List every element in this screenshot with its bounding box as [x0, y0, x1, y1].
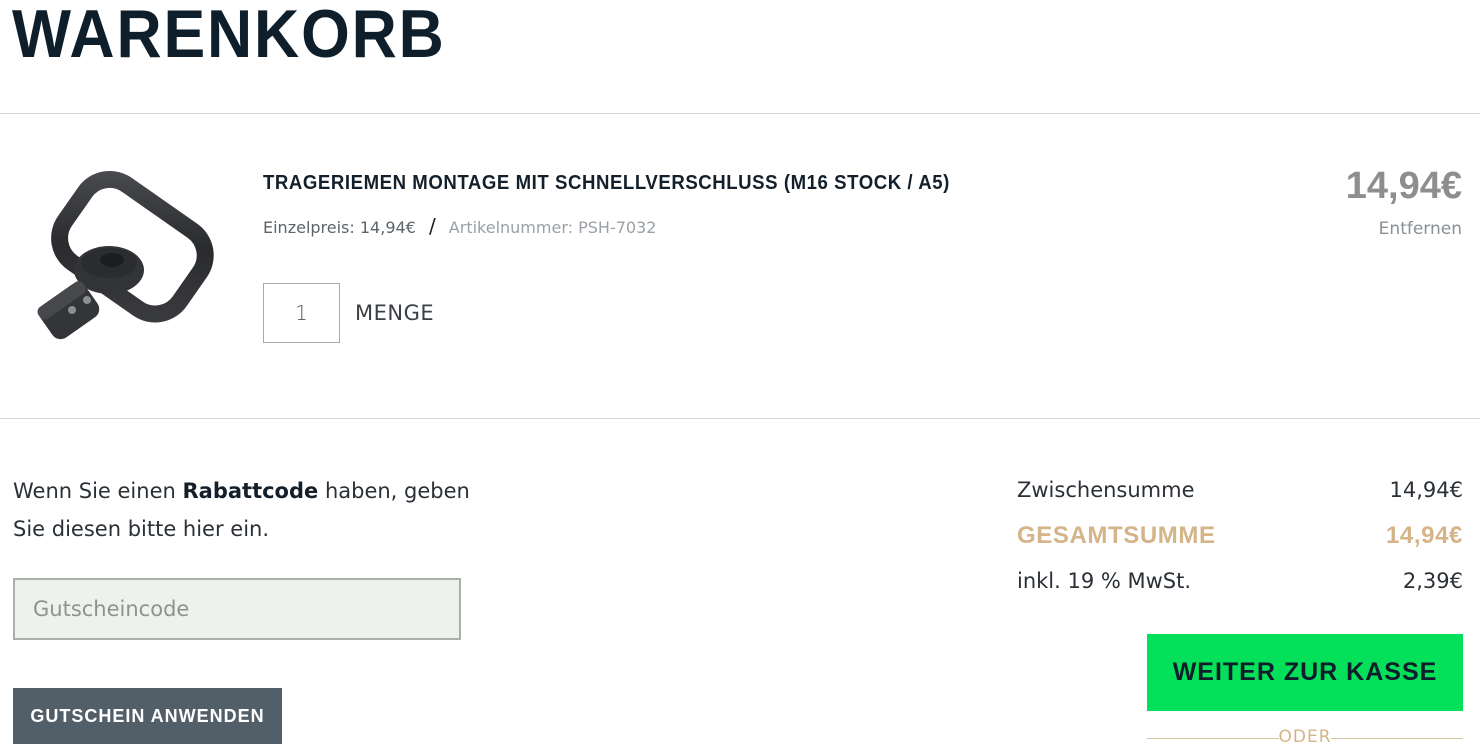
product-name[interactable]: TRAGERIEMEN MONTAGE MIT SCHNELLVERSCHLUS… — [263, 172, 950, 195]
apply-coupon-button[interactable]: GUTSCHEIN ANWENDEN — [13, 688, 282, 744]
subtotal-label: Zwischensumme — [1017, 478, 1195, 502]
checkout-button[interactable]: WEITER ZUR KASSE — [1147, 634, 1463, 711]
coupon-text-before: Wenn Sie einen — [13, 479, 183, 503]
subtotal-value: 14,94€ — [1389, 478, 1463, 502]
unit-price: 14,94€ — [359, 218, 416, 237]
divider — [0, 418, 1480, 419]
coupon-instructions: Wenn Sie einen Rabattcode haben, geben S… — [13, 472, 473, 548]
or-divider: ODER — [1147, 727, 1463, 749]
line-total-price: 14,94€ — [1345, 165, 1462, 207]
quantity-input[interactable]: 1 — [263, 283, 340, 343]
vat-label: inkl. 19 % MwSt. — [1017, 569, 1192, 593]
sku-value: PSH-7032 — [578, 218, 657, 237]
page-title: WARENKORB — [12, 0, 446, 72]
vat-value: 2,39€ — [1402, 569, 1463, 593]
divider — [0, 113, 1480, 114]
total-label: GESAMTSUMME — [1017, 522, 1216, 549]
remove-item-link[interactable]: Entfernen — [1379, 219, 1462, 239]
or-label: ODER — [1278, 727, 1332, 747]
product-meta: Einzelpreis: 14,94€ / Artikelnummer: PSH… — [263, 214, 656, 238]
unit-price-label: Einzelpreis: — [263, 218, 355, 237]
or-line-right — [1331, 738, 1463, 739]
product-image[interactable] — [14, 170, 214, 360]
coupon-text-bold: Rabattcode — [182, 479, 319, 503]
meta-separator: / — [428, 214, 436, 238]
quantity-label: MENGE — [355, 301, 435, 325]
sku-label: Artikelnummer: — [448, 218, 574, 237]
coupon-code-input[interactable] — [13, 578, 461, 640]
total-value: 14,94€ — [1385, 522, 1463, 549]
